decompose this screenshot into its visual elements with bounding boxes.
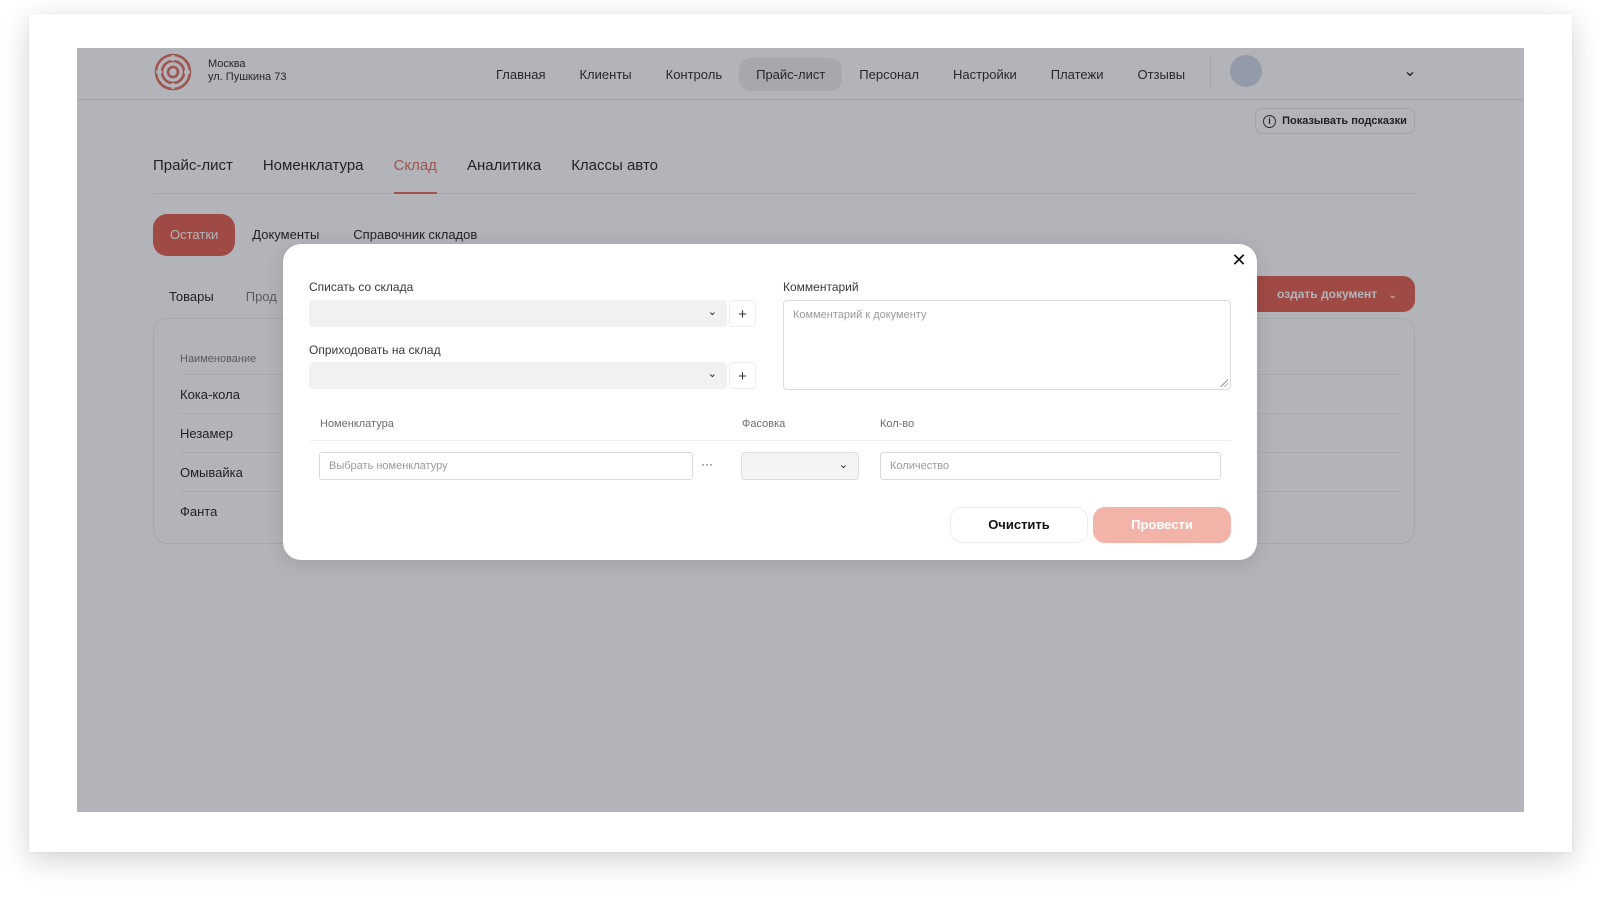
- more-options-icon[interactable]: ···: [693, 452, 721, 480]
- comment-placeholder: Комментарий к документу: [793, 309, 927, 321]
- close-icon[interactable]: ✕: [1229, 250, 1249, 270]
- add-write-off-warehouse-button[interactable]: +: [729, 300, 756, 327]
- divider: [310, 440, 1231, 441]
- quantity-placeholder: Количество: [890, 460, 950, 472]
- write-off-label: Списать со склада: [309, 280, 414, 294]
- column-packing: Фасовка: [742, 418, 786, 430]
- chevron-down-icon: ⌄: [707, 306, 717, 318]
- packing-select[interactable]: ⌄: [741, 452, 859, 480]
- column-quantity: Кол-во: [880, 418, 915, 430]
- post-button[interactable]: Провести: [1093, 507, 1231, 543]
- chevron-down-icon: ⌄: [707, 368, 717, 380]
- app-window: Москва ул. Пушкина 73 Главная Клиенты Ко…: [77, 48, 1524, 812]
- nomenclature-placeholder: Выбрать номенклатуру: [329, 460, 448, 472]
- transfer-modal: ✕ Списать со склада ⌄ + Оприходовать на …: [283, 244, 1257, 560]
- quantity-input[interactable]: Количество: [880, 452, 1221, 480]
- chevron-down-icon: ⌄: [838, 459, 848, 471]
- nomenclature-input[interactable]: Выбрать номенклатуру: [319, 452, 693, 480]
- add-receive-warehouse-button[interactable]: +: [729, 362, 756, 389]
- comment-label: Комментарий: [783, 280, 859, 294]
- comment-textarea[interactable]: Комментарий к документу: [783, 300, 1231, 390]
- write-off-warehouse-select[interactable]: ⌄: [309, 300, 727, 327]
- clear-button[interactable]: Очистить: [950, 507, 1088, 543]
- resize-handle-icon[interactable]: [1220, 379, 1228, 387]
- receive-label: Оприходовать на склад: [309, 343, 441, 357]
- receive-warehouse-select[interactable]: ⌄: [309, 362, 727, 389]
- column-nomenclature: Номенклатура: [320, 418, 394, 430]
